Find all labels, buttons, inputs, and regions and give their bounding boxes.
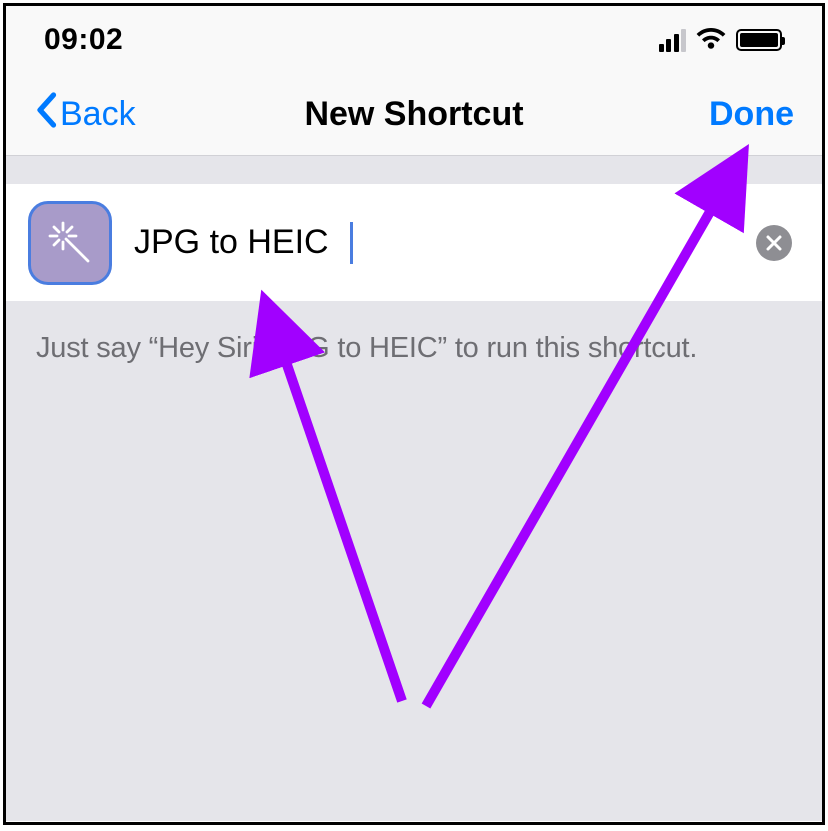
text-cursor (350, 222, 353, 264)
shortcut-name-row: JPG to HEIC (6, 184, 822, 301)
status-icons (659, 26, 783, 55)
wifi-icon (696, 26, 726, 55)
status-bar: 09:02 (6, 6, 822, 74)
shortcut-icon-button[interactable] (30, 203, 110, 283)
battery-icon (736, 29, 782, 51)
chevron-left-icon (34, 92, 58, 137)
section-gap (6, 156, 822, 184)
magic-wand-icon (46, 219, 94, 267)
close-icon (765, 234, 783, 252)
back-button[interactable]: Back (34, 92, 136, 137)
status-time: 09:02 (44, 23, 123, 57)
done-button[interactable]: Done (709, 95, 794, 134)
shortcut-name-input[interactable]: JPG to HEIC (134, 223, 756, 262)
cellular-icon (659, 29, 687, 52)
nav-bar: Back New Shortcut Done (6, 74, 822, 156)
hint-section: Just say “Hey Siri, JPG to HEIC” to run … (6, 301, 822, 821)
back-label: Back (60, 95, 136, 134)
clear-text-button[interactable] (756, 225, 792, 261)
siri-hint-text: Just say “Hey Siri, JPG to HEIC” to run … (36, 329, 792, 368)
